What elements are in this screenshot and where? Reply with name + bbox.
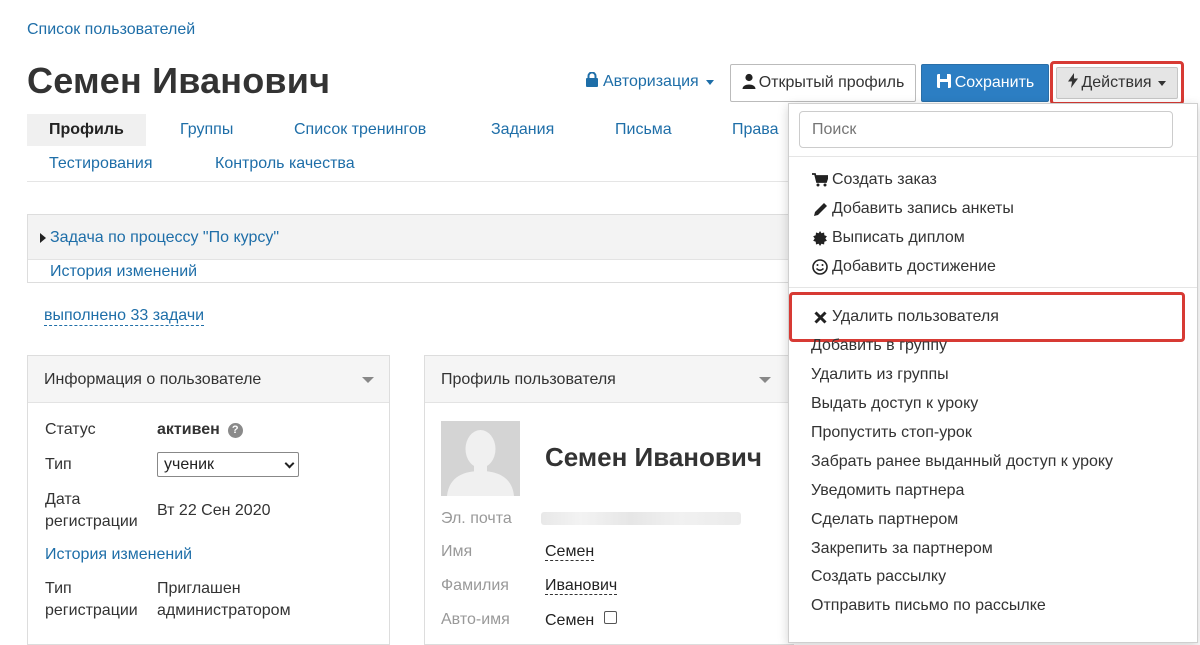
- tab-testing[interactable]: Тестирования: [27, 148, 175, 180]
- user-profile-header: Профиль пользователя: [425, 356, 794, 403]
- bolt-icon: [1068, 73, 1079, 93]
- profile-tabs: Профиль Группы Список тренингов Задания …: [27, 114, 807, 182]
- tab-trainings[interactable]: Список тренингов: [272, 114, 448, 146]
- certificate-icon: [811, 230, 829, 246]
- status-value-text: активен: [157, 421, 220, 438]
- smile-icon: [811, 259, 829, 275]
- tab-quality-control[interactable]: Контроль качества: [193, 148, 377, 180]
- create-mailing-item[interactable]: Создать рассылку: [811, 568, 946, 586]
- task-history-link[interactable]: История изменений: [50, 263, 197, 281]
- user-profile-panel: Профиль пользователя Семен Иванович Эл. …: [424, 355, 794, 645]
- tab-rights[interactable]: Права: [710, 114, 801, 146]
- save-button[interactable]: Сохранить: [921, 64, 1049, 102]
- collapse-icon[interactable]: [759, 377, 771, 383]
- tab-profile[interactable]: Профиль: [27, 114, 146, 146]
- last-name-field[interactable]: Иванович: [545, 577, 618, 595]
- type-label: Тип: [45, 456, 72, 473]
- delete-user-label: Удалить пользователя: [832, 308, 999, 325]
- first-name-field[interactable]: Семен: [545, 543, 595, 561]
- chevron-down-icon: [284, 458, 295, 469]
- type-select-value: ученик: [164, 456, 215, 473]
- last-name-label: Фамилия: [441, 577, 509, 594]
- reg-date-label: Дата: [45, 491, 81, 508]
- close-icon: [811, 310, 829, 324]
- profile-name: Семен Иванович: [545, 442, 762, 472]
- avatar[interactable]: [441, 421, 520, 496]
- task-process-header: Задача по процессу "По курсу": [28, 215, 796, 260]
- notify-partner-item[interactable]: Уведомить партнера: [811, 482, 964, 500]
- reg-date-value: Вт 22 Сен 2020: [157, 502, 271, 519]
- page-title: Семен Иванович: [27, 60, 331, 101]
- send-mailing-letter-item[interactable]: Отправить письмо по рассылке: [811, 597, 1046, 615]
- lock-icon: [585, 71, 599, 92]
- caret-down-icon: [1157, 80, 1166, 86]
- actions-highlight-frame: Действия: [1050, 61, 1184, 105]
- tab-tasks[interactable]: Задания: [469, 114, 576, 146]
- caret-right-icon: [40, 233, 46, 243]
- reg-type-value-2: администратором: [157, 602, 291, 619]
- user-info-header: Информация о пользователе: [28, 356, 389, 403]
- task-process-box: Задача по процессу "По курсу" История из…: [27, 214, 797, 283]
- authorization-label: Авторизация: [603, 73, 699, 90]
- issue-diploma-item[interactable]: Выписать диплом: [811, 229, 965, 247]
- create-order-item[interactable]: Создать заказ: [811, 171, 937, 189]
- user-profile-title: Профиль пользователя: [441, 371, 616, 388]
- save-label: Сохранить: [954, 74, 1035, 91]
- help-icon[interactable]: ?: [227, 423, 243, 438]
- auto-name-label: Авто-имя: [441, 611, 510, 628]
- add-achievement-label: Добавить достижение: [832, 258, 996, 275]
- user-info-panel: Информация о пользователе Статус активен…: [27, 355, 390, 645]
- actions-dropdown-menu: Создать заказ Добавить запись анкеты Вып…: [788, 103, 1198, 643]
- add-survey-record-item[interactable]: Добавить запись анкеты: [811, 200, 1014, 218]
- revoke-lesson-access-item[interactable]: Забрать ранее выданный доступ к уроку: [811, 453, 1113, 471]
- make-partner-item[interactable]: Сделать партнером: [811, 511, 958, 529]
- add-to-group-item[interactable]: Добавить в группу: [811, 337, 947, 355]
- caret-down-icon: [705, 79, 714, 85]
- breadcrumb[interactable]: Список пользователей: [27, 21, 195, 39]
- reg-date-label-2: регистрации: [45, 513, 138, 530]
- tab-letters[interactable]: Письма: [593, 114, 694, 146]
- status-label: Статус: [45, 421, 96, 438]
- reg-type-label: Тип: [45, 580, 72, 597]
- authorization-dropdown[interactable]: Авторизация: [585, 71, 714, 92]
- add-achievement-item[interactable]: Добавить достижение: [811, 258, 996, 276]
- auto-name-value: Семен: [545, 612, 595, 629]
- skip-stop-lesson-item[interactable]: Пропустить стоп-урок: [811, 424, 972, 442]
- cart-icon: [811, 173, 829, 187]
- first-name-label: Имя: [441, 543, 473, 560]
- open-profile-button[interactable]: Открытый профиль: [730, 64, 916, 102]
- completed-tasks-link[interactable]: выполнено 33 задачи: [44, 307, 205, 326]
- actions-label: Действия: [1081, 74, 1152, 91]
- divider: [789, 287, 1197, 288]
- collapse-icon[interactable]: [362, 377, 374, 383]
- tab-groups[interactable]: Группы: [158, 114, 255, 146]
- open-profile-label: Открытый профиль: [758, 74, 905, 91]
- divider: [789, 156, 1197, 157]
- task-process-title: Задача по процессу "По курсу": [50, 229, 280, 246]
- status-value: активен?: [157, 419, 243, 441]
- assign-to-partner-item[interactable]: Закрепить за партнером: [811, 540, 993, 558]
- floppy-disk-icon: [936, 73, 952, 94]
- type-select[interactable]: ученик: [157, 452, 299, 477]
- auto-name-checkbox[interactable]: [604, 611, 618, 624]
- create-order-label: Создать заказ: [832, 171, 937, 188]
- remove-from-group-item[interactable]: Удалить из группы: [811, 366, 949, 384]
- dropdown-search-input[interactable]: [799, 111, 1173, 148]
- pencil-icon: [811, 202, 829, 217]
- user-info-title: Информация о пользователе: [44, 371, 262, 388]
- actions-button[interactable]: Действия: [1056, 67, 1178, 99]
- email-label: Эл. почта: [441, 510, 512, 527]
- user-icon: [742, 73, 756, 94]
- user-history-link[interactable]: История изменений: [45, 544, 192, 566]
- task-process-toggle[interactable]: Задача по процессу "По курсу": [40, 229, 279, 247]
- add-survey-record-label: Добавить запись анкеты: [832, 200, 1014, 217]
- email-value-blurred: [541, 512, 741, 525]
- delete-user-item[interactable]: Удалить пользователя: [811, 308, 999, 326]
- grant-lesson-access-item[interactable]: Выдать доступ к уроку: [811, 395, 978, 413]
- reg-type-label-2: регистрации: [45, 602, 138, 619]
- issue-diploma-label: Выписать диплом: [832, 229, 965, 246]
- reg-type-value: Приглашен: [157, 580, 241, 597]
